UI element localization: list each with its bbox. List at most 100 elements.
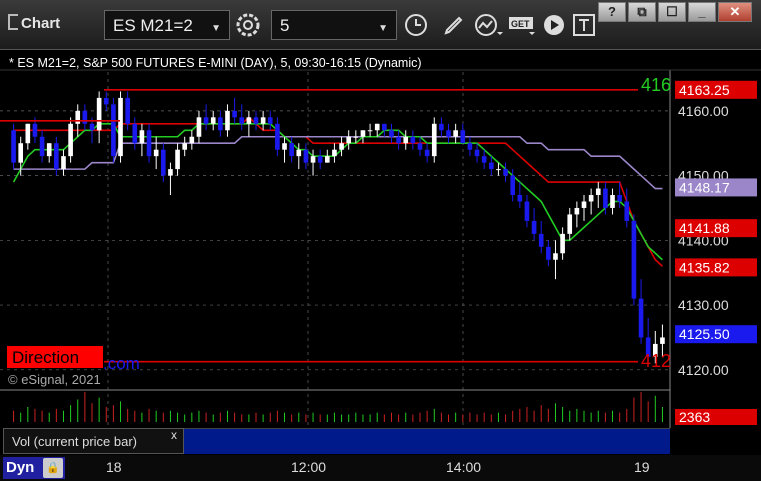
- candle-body: [89, 123, 95, 131]
- direction-label: Direction: [12, 348, 79, 367]
- candle-body: [481, 156, 487, 163]
- candle-body: [296, 149, 302, 157]
- candle-body: [517, 195, 523, 202]
- close-label: ✕: [729, 4, 741, 19]
- candle-body: [332, 149, 337, 157]
- candle-body: [175, 149, 180, 170]
- candle-body: [610, 195, 615, 208]
- candle-body: [25, 123, 31, 144]
- gear-icon[interactable]: [232, 10, 264, 40]
- candle-body: [54, 143, 59, 170]
- candle-body: [39, 136, 45, 157]
- candle-body: [574, 207, 580, 215]
- y-tick-label: 4130.00: [678, 297, 729, 313]
- close-button[interactable]: ✕: [718, 2, 752, 22]
- play-icon[interactable]: [538, 10, 570, 40]
- restore-button[interactable]: ⧉: [628, 2, 656, 22]
- candle-body: [303, 149, 309, 163]
- candle-body: [360, 130, 366, 137]
- y-tick-label: 4160.00: [678, 103, 729, 119]
- candle-body: [474, 149, 480, 157]
- price-tag-label: 4148.17: [679, 179, 730, 195]
- candle-body: [603, 188, 608, 208]
- candle-body: [203, 117, 209, 124]
- candle-body: [567, 214, 573, 234]
- candle-body: [46, 143, 52, 157]
- text-tool-icon[interactable]: [568, 10, 600, 40]
- candle-body: [189, 136, 195, 144]
- candle-body: [588, 195, 594, 202]
- chevron-down-icon: ▼: [378, 23, 388, 34]
- candle-body: [638, 298, 644, 338]
- clock-icon[interactable]: [400, 10, 432, 40]
- candle-body: [367, 130, 373, 132]
- candle-body: [289, 143, 294, 157]
- maximize-button[interactable]: ☐: [658, 2, 686, 22]
- symbol-dropdown[interactable]: ES M21=2 ▼: [104, 10, 230, 40]
- candle-body: [239, 117, 245, 124]
- candle-body: [196, 117, 202, 137]
- candle-body: [553, 253, 558, 260]
- candle-body: [182, 143, 188, 150]
- minimize-button[interactable]: _: [688, 2, 716, 22]
- line-label-top: 416: [641, 75, 671, 95]
- symbol-value: ES M21=2: [113, 16, 193, 35]
- chart-header: * ES M21=2, S&P 500 FUTURES E-MINI (DAY)…: [9, 56, 422, 70]
- candle-body: [374, 123, 380, 131]
- candle-body: [382, 123, 387, 131]
- candle-body: [32, 123, 38, 137]
- candle-body: [346, 136, 352, 144]
- candle-body: [118, 97, 123, 157]
- candle-body: [660, 337, 665, 344]
- close-icon[interactable]: x: [171, 428, 177, 442]
- svg-text:GET: GET: [511, 19, 530, 29]
- window-title-text: Chart: [21, 15, 61, 32]
- price-tag-label: 4141.88: [679, 220, 730, 236]
- volume-study-bar: [184, 428, 670, 454]
- get-data-icon[interactable]: GET: [506, 10, 538, 40]
- candle-body: [424, 149, 430, 157]
- volume-study-label[interactable]: Vol (current price bar): [3, 428, 184, 454]
- candle-body: [617, 195, 622, 202]
- maximize-label: ☐: [666, 4, 678, 19]
- candle-body: [431, 123, 437, 157]
- candle-body: [96, 97, 102, 131]
- chart-window-icon: [8, 14, 18, 30]
- candle-body: [153, 149, 159, 157]
- candle-body: [524, 201, 530, 221]
- candle-body: [111, 104, 116, 157]
- dynamic-mode-button[interactable]: Dyn 🔒: [3, 457, 65, 479]
- studies-icon[interactable]: [472, 10, 504, 40]
- candle-body: [125, 97, 130, 124]
- candle-body: [61, 156, 66, 170]
- copyright-text: © eSignal, 2021: [8, 372, 101, 387]
- candle-body: [560, 233, 565, 254]
- candle-body: [232, 110, 237, 118]
- candle-body: [417, 143, 423, 150]
- candle-body: [446, 130, 451, 137]
- candle-body: [146, 130, 152, 157]
- candle-body: [218, 117, 223, 131]
- candle-body: [267, 117, 273, 124]
- candle-body: [538, 233, 544, 247]
- candle-body: [467, 143, 473, 150]
- close-glyph: x: [171, 428, 177, 442]
- pencil-icon[interactable]: [438, 10, 470, 40]
- candle-body: [324, 156, 330, 163]
- candle-body: [403, 136, 409, 144]
- help-button[interactable]: ?: [598, 2, 626, 22]
- candle-body: [225, 110, 230, 131]
- restore-label: ⧉: [637, 4, 647, 19]
- interval-dropdown[interactable]: 5 ▼: [271, 10, 397, 40]
- direction-suffix: .com: [103, 354, 140, 373]
- candle-body: [460, 130, 466, 144]
- line-label-bottom: 412: [641, 351, 671, 371]
- candle-body: [160, 149, 166, 176]
- time-label: 19: [634, 459, 650, 475]
- window-title[interactable]: Chart: [8, 14, 60, 32]
- candle-body: [253, 117, 259, 124]
- lock-icon[interactable]: 🔒: [43, 458, 63, 478]
- candle-body: [488, 162, 494, 170]
- candle-body: [11, 130, 16, 163]
- price-chart[interactable]: 4160.004150.004140.004130.004120.004163.…: [0, 50, 761, 428]
